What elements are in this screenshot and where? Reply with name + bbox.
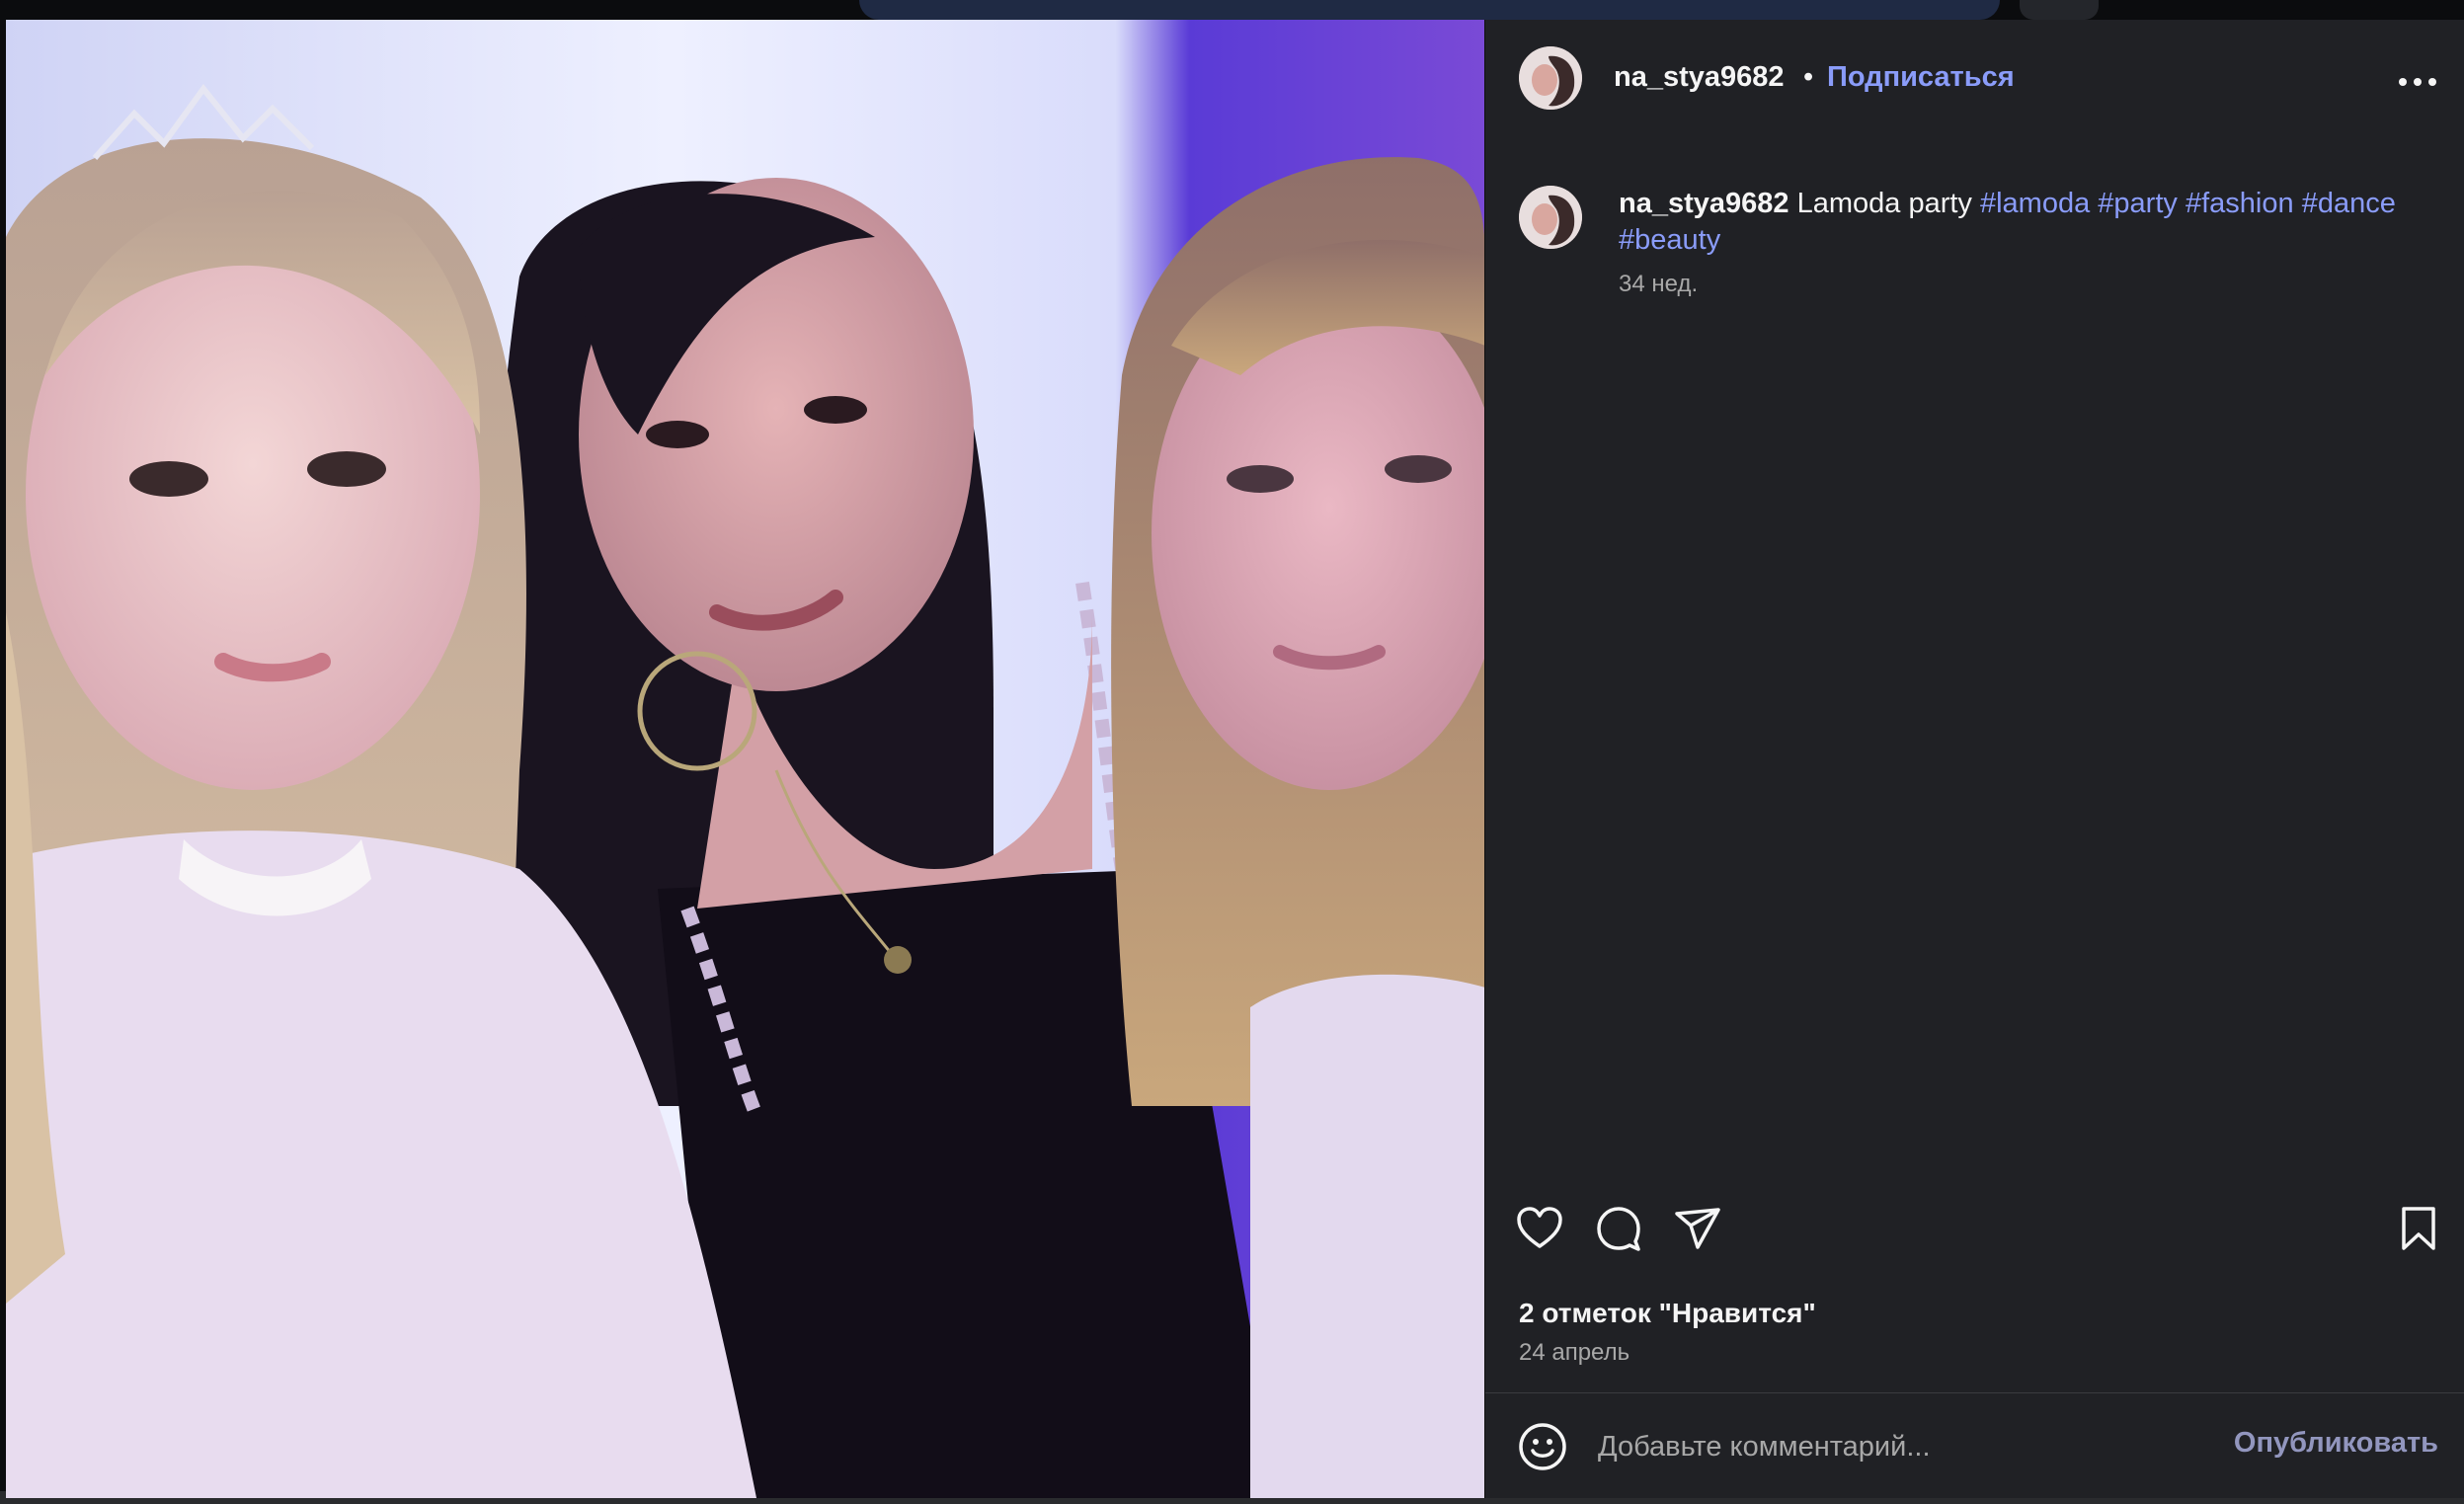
post-side-panel: na_stya9682 • Подписаться na_stya9682 La… — [1485, 20, 2464, 1498]
hashtag-link[interactable]: #party — [2098, 188, 2178, 219]
follow-button[interactable]: Подписаться — [1827, 61, 2015, 94]
comment-composer: Опубликовать — [1485, 1393, 2464, 1498]
more-options-icon[interactable] — [2398, 77, 2437, 87]
author-username[interactable]: na_stya9682 — [1614, 61, 1785, 94]
likes-count[interactable]: 2 отметок "Нравится" — [1519, 1298, 1816, 1329]
hashtag-link[interactable]: #fashion — [2186, 188, 2294, 219]
post-date[interactable]: 24 апрель — [1519, 1339, 1629, 1367]
hashtag-link[interactable]: #beauty — [1619, 224, 1720, 256]
avatar-image — [1519, 46, 1582, 110]
bookmark-icon[interactable] — [2394, 1204, 2443, 1253]
heart-icon[interactable] — [1515, 1204, 1564, 1253]
caption-author-avatar[interactable] — [1519, 186, 1582, 249]
header-separator: • — [1803, 61, 1814, 93]
comment-input[interactable] — [1596, 1423, 2232, 1470]
emoji-icon[interactable] — [1517, 1421, 1568, 1472]
share-icon[interactable] — [1673, 1204, 1722, 1253]
caption-timestamp[interactable]: 34 нед. — [1619, 271, 1698, 298]
caption-author-username[interactable]: na_stya9682 — [1619, 188, 1789, 219]
post-photo[interactable] — [6, 20, 1485, 1498]
post-header: na_stya9682 • Подписаться — [1485, 20, 2464, 136]
post-caption: na_stya9682 Lamoda party #lamoda #party … — [1619, 186, 2428, 259]
comment-icon[interactable] — [1594, 1204, 1643, 1253]
avatar-image — [1519, 186, 1582, 249]
hashtag-link[interactable]: #dance — [2302, 188, 2396, 219]
caption-text: Lamoda party — [1788, 188, 1980, 219]
post-actions-bar — [1485, 1190, 2464, 1274]
author-avatar[interactable] — [1519, 46, 1582, 110]
post-photo-image — [6, 20, 1485, 1498]
hashtag-link[interactable]: #lamoda — [1980, 188, 2090, 219]
background-page-strip — [859, 0, 2000, 20]
post-viewer: na_stya9682 • Подписаться na_stya9682 La… — [0, 0, 2464, 1504]
background-page-button — [2020, 0, 2099, 20]
publish-button[interactable]: Опубликовать — [2234, 1427, 2438, 1460]
